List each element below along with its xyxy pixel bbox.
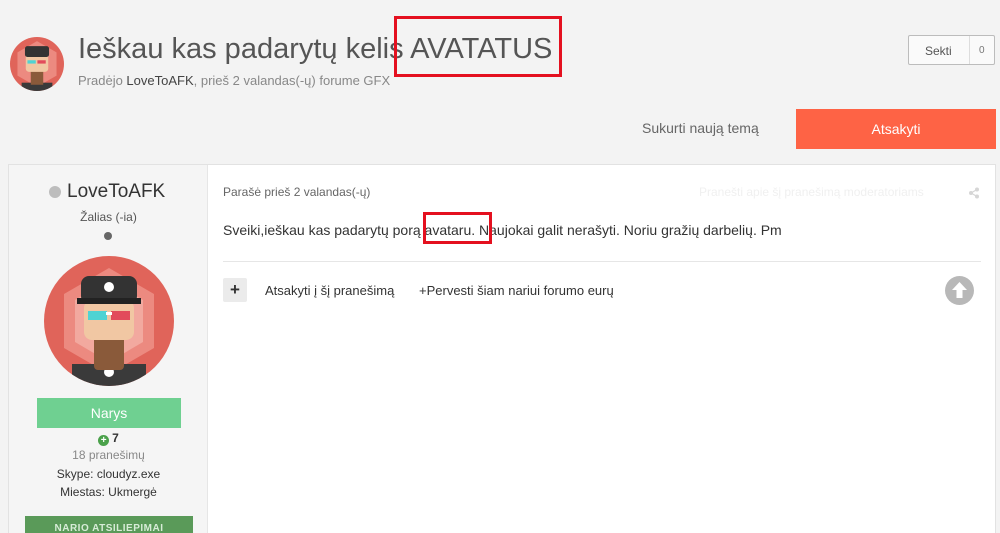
post-count: 18 pranešimų [72,448,145,462]
multiquote-plus-button[interactable]: + [223,278,247,302]
author-title: Žalias (-ia) [80,210,137,224]
new-topic-link[interactable]: Sukurti naują temą [642,120,759,136]
forum-link[interactable]: GFX [363,73,390,88]
donate-link[interactable]: +Pervesti šiam nariui forumo eurų [419,283,614,298]
word-highlight-box [423,212,492,244]
follow-label: Sekti [925,44,952,58]
rank-pip-icon [104,232,112,240]
reputation-value: 7 [112,431,119,445]
group-badge: Narys [37,398,181,428]
city-field: Miestas: Ukmergė [60,485,157,499]
arrow-up-icon [952,282,967,298]
topic-meta: Pradėjo LoveToAFK, prieš 2 valandas(-ų) … [78,73,390,88]
follow-count: 0 [979,45,985,56]
skype-field: Skype: cloudyz.exe [56,467,161,481]
started-by-label: Pradėjo [78,73,127,88]
reputation: +7 [9,431,208,446]
scroll-up-button[interactable] [945,276,974,305]
follow-separator [969,36,970,64]
post: LoveToAFK Žalias (-ia) Narys +7 18 prane… [8,164,996,533]
post-date: Parašė prieš 2 valandas(-ų) [223,185,371,199]
report-link[interactable]: Pranešti apie šį pranešimą moderatoriams [699,185,924,199]
author-name-link[interactable]: LoveToAFK [67,181,165,203]
post-text: Sveiki,ieškau kas padarytų porą avataru.… [223,222,782,238]
topic-author-link[interactable]: LoveToAFK [126,73,193,88]
author-avatar[interactable] [44,256,174,386]
quote-reply-link[interactable]: Atsakyti į šį pranešimą [265,283,394,298]
reputation-plus-icon: + [98,435,110,446]
author-panel: LoveToAFK Žalias (-ia) Narys +7 18 prane… [9,165,208,533]
feedback-button[interactable]: NARIO ATSILIEPIMAI [25,516,193,533]
post-divider [223,261,981,262]
reply-button[interactable]: Atsakyti [796,109,996,149]
post-body: Parašė prieš 2 valandas(-ų) Pranešti api… [208,165,997,533]
follow-button[interactable]: Sekti 0 [908,35,995,65]
topic-header: Ieškau kas padarytų kelis AVATATUS Pradė… [0,0,1000,105]
author-avatar-small[interactable] [10,37,64,91]
title-highlight-box [394,16,562,77]
offline-status-icon [49,186,61,198]
share-icon[interactable] [968,187,980,199]
topic-time: , prieš 2 valandas(-ų) forume [193,73,364,88]
